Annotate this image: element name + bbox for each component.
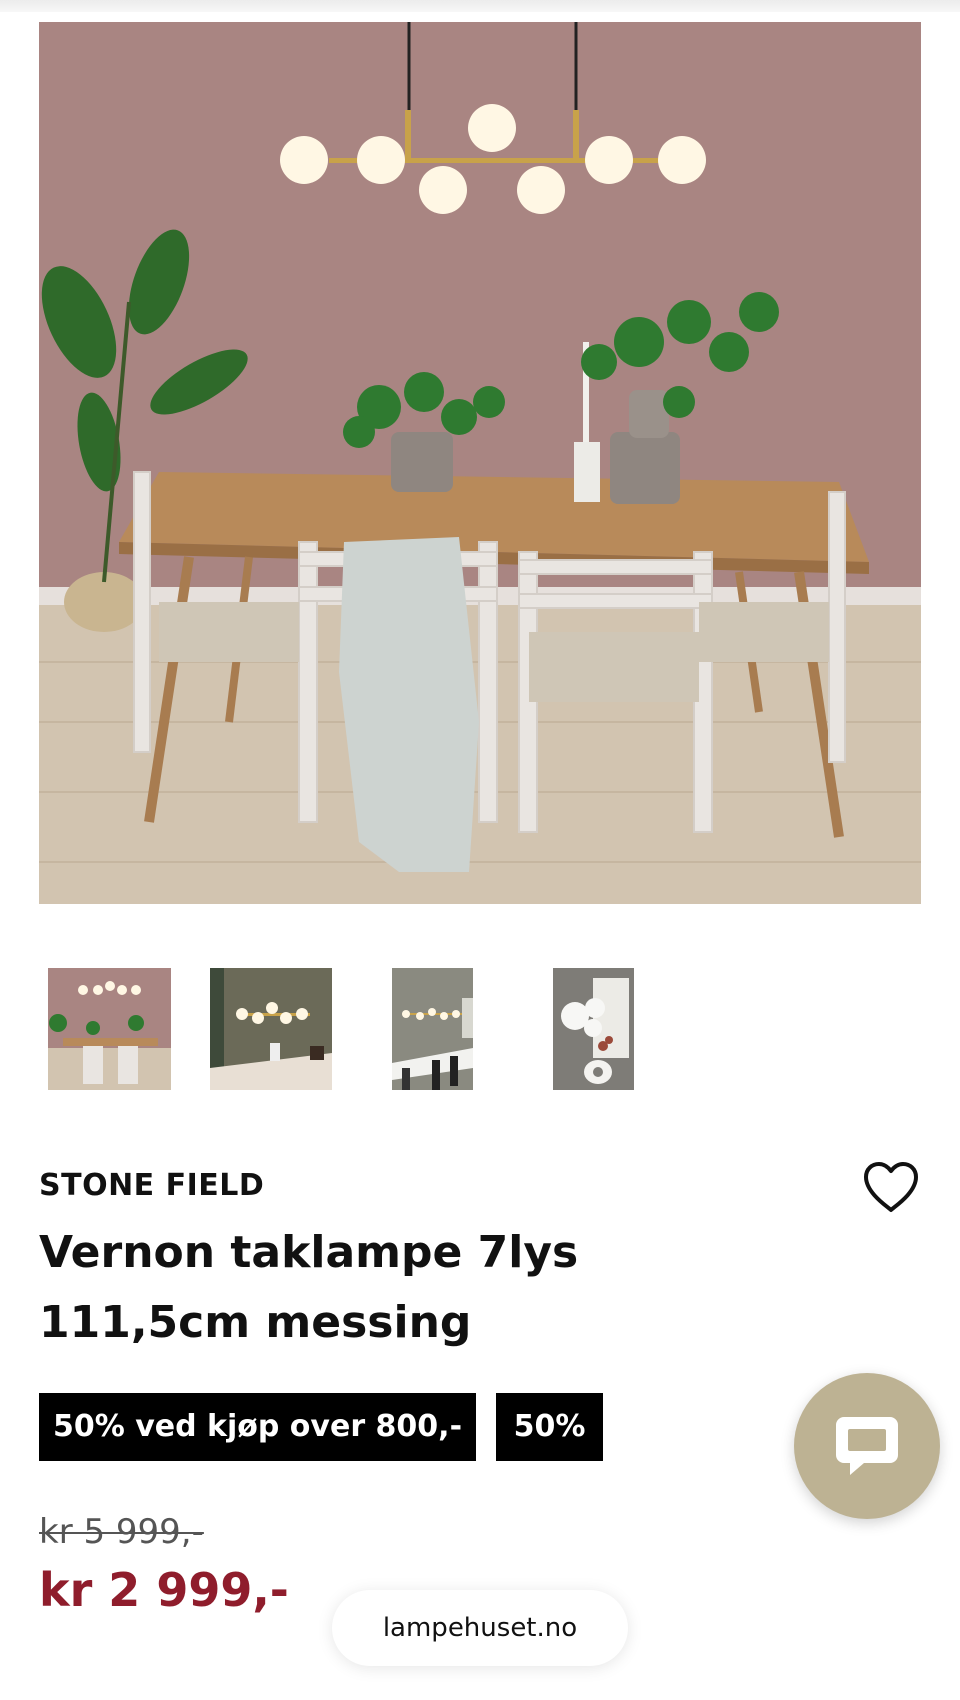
discount-badge: 50% [496,1393,603,1461]
browser-url-bar[interactable]: lampehuset.no [332,1590,628,1666]
thumbnail-4[interactable] [553,968,634,1090]
main-product-image[interactable] [39,22,921,904]
promo-badge: 50% ved kjøp over 800,- [39,1393,476,1461]
thumbnail-1[interactable] [48,968,171,1090]
original-price: kr 5 999,- [39,1512,204,1552]
product-title: Vernon taklampe 7lys 111,5cm messing [39,1227,579,1348]
wishlist-button[interactable] [862,1160,920,1214]
thumbnail-2[interactable] [210,968,332,1090]
sale-price: kr 2 999,- [39,1563,289,1617]
product-page: STONE FIELD Vernon taklampe 7lys 111,5cm… [0,0,960,1700]
thumbnail-3[interactable] [392,968,473,1090]
browser-top-bar [0,0,960,12]
chat-bubble-icon [836,1417,898,1475]
heart-icon [864,1162,918,1212]
chat-button[interactable] [794,1373,940,1519]
product-brand[interactable]: STONE FIELD [39,1168,264,1203]
